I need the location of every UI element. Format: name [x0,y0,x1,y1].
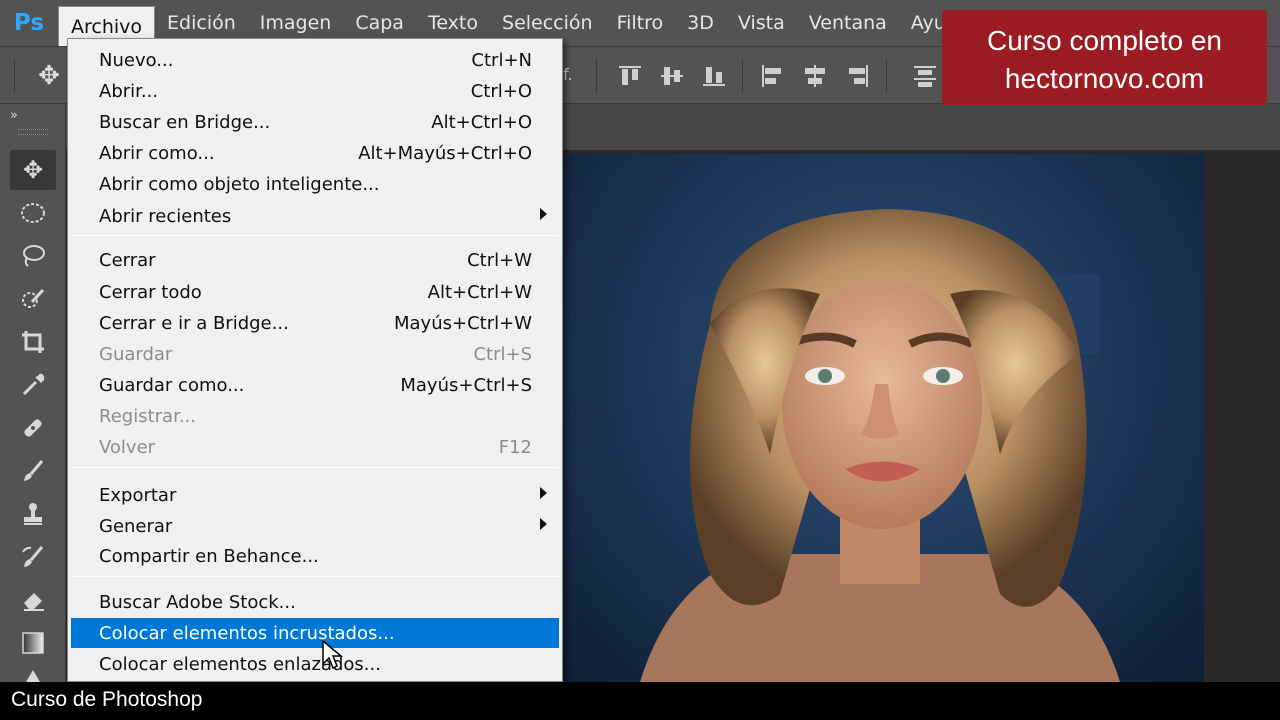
gradient-tool-icon[interactable] [10,623,56,663]
menu-item-volver: Volver F12 [99,436,532,458]
menu-item-registrar: Registrar... [99,405,196,427]
menu-item-cerrar-ir-bridge[interactable]: Cerrar e ir a Bridge... Mayús+Ctrl+W [68,308,562,338]
lasso-tool-icon[interactable] [10,236,56,276]
menu-filtro[interactable]: Filtro [605,0,676,46]
photoshop-logo: Ps [13,10,45,36]
course-caption: Curso de Photoshop [0,682,1280,720]
history-brush-tool-icon[interactable] [10,537,56,577]
options-divider [742,59,743,93]
menu-item-buscar-en-bridge[interactable]: Buscar en Bridge... Alt+Ctrl+O [68,107,562,137]
healing-brush-tool-icon[interactable] [10,408,56,448]
align-horizontal-centers-icon[interactable] [802,64,828,88]
menu-separator [72,576,558,577]
move-tool-icon[interactable]: ✥ [10,150,56,190]
menu-item-guardar: Guardar Ctrl+S [99,343,532,365]
promo-line-1: Curso completo en [986,25,1222,56]
menu-item-abrir[interactable]: Abrir... Ctrl+O [68,76,562,106]
crop-tool-icon[interactable] [10,322,56,362]
menu-separator [72,235,558,236]
menu-item-generar[interactable]: Generar [68,511,562,541]
align-bottom-edges-icon[interactable] [701,64,727,88]
blur-tool-icon[interactable] [10,666,56,682]
eyedropper-tool-icon[interactable] [10,365,56,405]
menu-separator [72,467,558,468]
align-vertical-centers-icon[interactable] [659,64,685,88]
menu-item-exportar[interactable]: Exportar [68,480,562,510]
menu-item-cerrar-todo[interactable]: Cerrar todo Alt+Ctrl+W [68,277,562,307]
menu-item-abrir-objeto-inteligente[interactable]: Abrir como objeto inteligente... [68,169,562,199]
menu-item-abrir-como[interactable]: Abrir como... Alt+Mayús+Ctrl+O [68,138,562,168]
menu-item-nuevo[interactable]: Nuevo... Ctrl+N [68,45,562,75]
menu-item-guardar-como[interactable]: Guardar como... Mayús+Ctrl+S [68,370,562,400]
options-partial-text: f. [563,65,573,84]
submenu-arrow-icon [540,487,547,499]
menu-item-buscar-adobe-stock[interactable]: Buscar Adobe Stock... [68,587,562,617]
options-grip [14,59,15,93]
move-tool-preset-icon[interactable]: ✥ [34,61,64,91]
menu-item-colocar-incrustados[interactable]: Colocar elementos incrustados... [71,618,559,648]
menu-vista[interactable]: Vista [726,0,797,46]
clone-stamp-tool-icon[interactable] [10,494,56,534]
menu-item-cerrar[interactable]: Cerrar Ctrl+W [68,245,562,275]
menu-item-abrir-recientes[interactable]: Abrir recientes [68,201,562,231]
submenu-arrow-icon [540,518,547,530]
mouse-cursor-icon [322,639,344,676]
quick-selection-tool-icon[interactable] [10,279,56,319]
file-menu-dropdown: Nuevo... Ctrl+N Abrir... Ctrl+O Buscar en … [67,38,563,682]
collapse-panel-icon[interactable]: » [10,108,18,123]
align-left-edges-icon[interactable] [760,64,786,88]
options-divider [886,59,887,93]
align-right-edges-icon[interactable] [844,64,870,88]
distribute-top-icon[interactable] [912,64,938,88]
panel-grip[interactable] [18,129,48,135]
menu-3d[interactable]: 3D [675,0,726,46]
submenu-arrow-icon [540,208,547,220]
menu-item-colocar-enlazados[interactable]: Colocar elementos enlazados... [68,649,562,679]
tools-panel: » ✥ [0,104,66,682]
menu-item-compartir-behance[interactable]: Compartir en Behance... [68,541,562,571]
eraser-tool-icon[interactable] [10,580,56,620]
align-top-edges-icon[interactable] [617,64,643,88]
options-divider [596,59,597,93]
promo-banner: Curso completo en hectornovo.com [942,10,1267,105]
marquee-tool-icon[interactable] [10,193,56,233]
menu-ventana[interactable]: Ventana [797,0,899,46]
promo-line-2: hectornovo.com [1004,63,1205,94]
brush-tool-icon[interactable] [10,451,56,491]
document-photo [560,154,1204,682]
